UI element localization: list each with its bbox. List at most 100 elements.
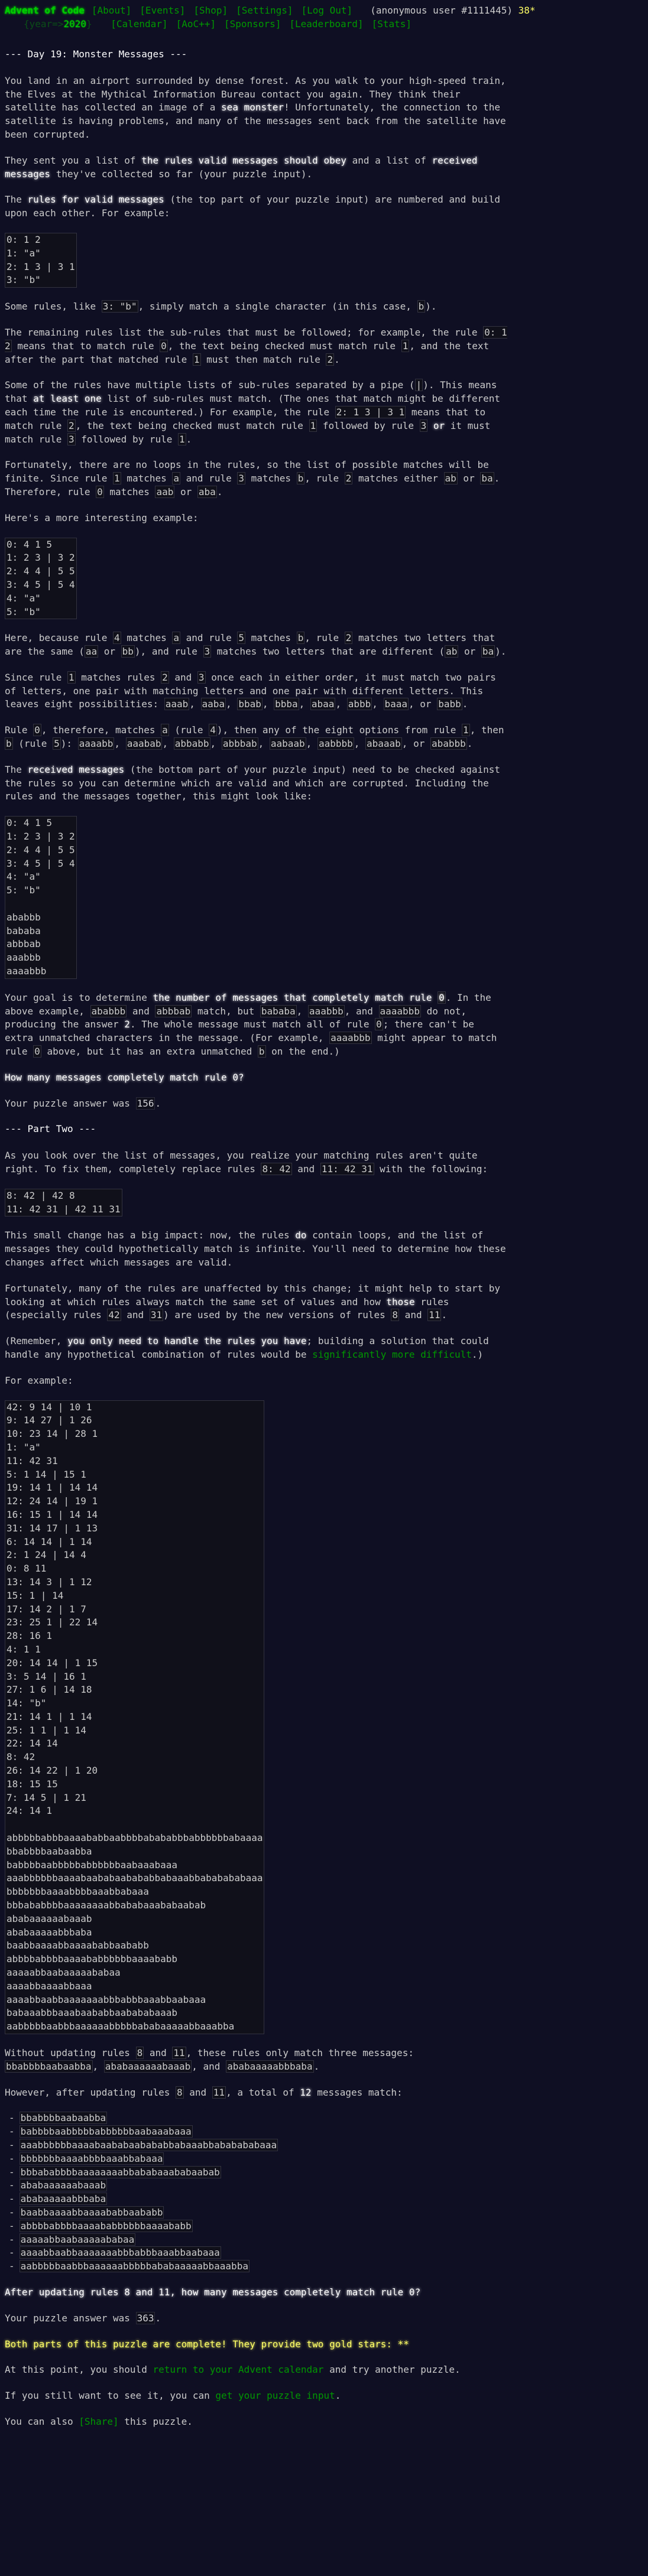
- nav-aocplusplus-link[interactable]: [AoC++]: [176, 18, 216, 30]
- part-two-answer: Your puzzle answer was 363.: [5, 2311, 161, 2324]
- nav-about-link[interactable]: [About]: [92, 5, 131, 16]
- code-line: 42: 9 14 | 10 1: [7, 1401, 92, 1413]
- code-line: 2: 4 4 | 5 5: [7, 565, 75, 577]
- paragraph: You land in an airport surrounded by den…: [5, 74, 506, 140]
- code-line: 3: 4 5 | 5 4: [7, 857, 75, 869]
- paragraph: The received messages (the bottom part o…: [5, 763, 501, 802]
- paragraph: The rules for valid messages (the top pa…: [5, 194, 501, 219]
- code-line: 10: 23 14 | 28 1: [7, 1428, 98, 1440]
- paragraph: Some of the rules have multiple lists of…: [5, 379, 501, 445]
- paragraph: Fortunately, there are no loops in the r…: [5, 459, 500, 498]
- code-line: 1: "a": [7, 247, 41, 259]
- list-item: - babbbbaabbbbbabbbbbbaabaaabaaa: [9, 2125, 193, 2138]
- paragraph: Rule 0, therefore, matches a (rule 4), t…: [5, 724, 504, 750]
- year-link[interactable]: 2020: [63, 18, 86, 30]
- nav-sponsors-link[interactable]: [Sponsors]: [224, 18, 281, 30]
- code-line: aaaabbaaaabbaaa: [7, 1980, 92, 1992]
- paragraph: You can also [Share] this puzzle.: [5, 2415, 193, 2427]
- part-one-answer: Your puzzle answer was 156.: [5, 1097, 161, 1110]
- significantly-more-difficult-link[interactable]: significantly more difficult: [312, 1349, 472, 1360]
- code-line: abbbbabbbbaaaababbbbbbaaaababb: [7, 1953, 177, 1965]
- list-item: - aaabbbbbbaaaabaababaabababbabaaabbababa…: [9, 2139, 278, 2151]
- nav-shop-link[interactable]: [Shop]: [193, 5, 228, 16]
- return-to-calendar-link[interactable]: return to your Advent calendar: [153, 2364, 323, 2375]
- part-one-question: How many messages completely match rule …: [5, 1071, 244, 1083]
- code-line: 27: 1 6 | 14 18: [7, 1684, 92, 1696]
- site-logo-link[interactable]: Advent of Code: [5, 5, 85, 16]
- code-line: 4: "a": [7, 871, 41, 883]
- code-line: bbbababbbbaaaaaaaabbababaaababaabab: [7, 1900, 206, 1911]
- paragraph: If you still want to see it, you can get…: [5, 2390, 341, 2402]
- code-line: 1: 2 3 | 3 2: [7, 831, 75, 843]
- code-line: 6: 14 14 | 1 14: [7, 1536, 92, 1547]
- code-line: 23: 25 1 | 22 14: [7, 1616, 98, 1628]
- code-line: 0: 1 2: [7, 233, 41, 245]
- code-line: 15: 1 | 14: [7, 1589, 64, 1601]
- nav-logout-link[interactable]: [Log Out]: [301, 5, 352, 16]
- code-line: bbbbbbbaaaabbbbaaabbabaaa: [7, 1886, 149, 1898]
- list-item: - bbabbbbaabaabba: [9, 2112, 108, 2125]
- paragraph: The remaining rules list the sub-rules t…: [5, 326, 507, 366]
- list-item: - aaaaabbaabaaaaababaa: [9, 2233, 136, 2246]
- puzzle-input-link[interactable]: get your puzzle input: [215, 2390, 335, 2401]
- code-line: 0: 8 11: [7, 1563, 47, 1575]
- code-line: 20: 14 14 | 1 15: [7, 1657, 98, 1668]
- code-line: 5: 1 14 | 15 1: [7, 1468, 86, 1480]
- star-count: 38*: [518, 5, 536, 16]
- code-line: 25: 1 1 | 1 14: [7, 1724, 86, 1736]
- event-nav: [Calendar] [AoC++] [Sponsors] [Leaderboard]…: [98, 18, 420, 30]
- part-two-question: After updating rules 8 and 11, how many …: [5, 2286, 421, 2298]
- code-line: 3: 4 5 | 5 4: [7, 578, 75, 590]
- code-line: aaabbbbbbaaaabaababaabababbabaaabbababab…: [7, 1872, 263, 1884]
- nav-stats-link[interactable]: [Stats]: [372, 18, 412, 30]
- part-one-title: --- Day 19: Monster Messages ---: [5, 48, 187, 60]
- code-line: 0: 4 1 5: [7, 538, 53, 550]
- nav-leaderboard-link[interactable]: [Leaderboard]: [289, 18, 363, 30]
- code-line: 4: "a": [7, 592, 41, 604]
- nav-settings-link[interactable]: [Settings]: [236, 5, 293, 16]
- completion-message: Both parts of this puzzle are complete! …: [5, 2338, 409, 2350]
- paragraph: Since rule 1 matches rules 2 and 3 once …: [5, 671, 496, 711]
- code-line: 0: 4 1 5: [7, 817, 53, 829]
- nav-calendar-link[interactable]: [Calendar]: [111, 18, 167, 30]
- code-line: 3: "b": [7, 274, 41, 286]
- code-line: 18: 15 15: [7, 1778, 58, 1790]
- paragraph: Here, because rule 4 matches a and rule …: [5, 632, 507, 658]
- code-line: 24: 14 1: [7, 1805, 53, 1817]
- paragraph: Fortunately, many of the rules are unaff…: [5, 1282, 501, 1322]
- paragraph: Some rules, like 3: "b", simply match a …: [5, 300, 437, 313]
- code-line: 16: 15 1 | 14 14: [7, 1508, 98, 1520]
- list-item: - aaaabbaabbaaaaaaabbbabbbaaabbaabaaa: [9, 2246, 221, 2259]
- header-row-2: {year=>2020} [Calendar] [AoC++] [Sponsors]…: [5, 18, 642, 31]
- year-label: {year=>2020}: [24, 18, 92, 30]
- code-line: aaaaabbaabaaaaababaa: [7, 1967, 121, 1979]
- code-line: 14: "b": [7, 1697, 47, 1709]
- code-line: 9: 14 27 | 1 26: [7, 1414, 92, 1426]
- main-nav: [About] [Events] [Shop] [Settings] [Log Out]: [92, 5, 361, 16]
- code-line: ababaaaaaabaaab: [7, 1913, 92, 1924]
- code-line: 8: 42: [7, 1751, 35, 1763]
- code-line: 5: "b": [7, 884, 41, 896]
- code-line: 8: 42 | 42 8: [7, 1189, 75, 1201]
- share-link[interactable]: [Share]: [79, 2416, 118, 2427]
- code-line: aaaabbaabbaaaaaaabbbabbbaaabbaabaaa: [7, 1993, 206, 2005]
- example-rules-and-messages-2: 42: 9 14 | 10 1 9: 14 27 | 1 26 10: 23 14 …: [5, 1400, 507, 2035]
- code-line: 21: 14 1 | 1 14: [7, 1710, 92, 1722]
- site-header: Advent of Code [About] [Events] [Shop] [Sett…: [5, 4, 642, 31]
- part-two-title: --- Part Two ---: [5, 1123, 96, 1135]
- list-item: - abbbbabbbbaaaababbbbbbaaaababb: [9, 2219, 193, 2232]
- code-line: bbabbbbaabaabba: [7, 1845, 92, 1857]
- puzzle-main: --- Day 19: Monster Messages --- You lan…: [5, 48, 507, 2429]
- nav-events-link[interactable]: [Events]: [140, 5, 185, 16]
- example-rules-2: 0: 4 1 5 1: 2 3 | 3 2 2: 4 4 | 5 5 3: 4 5 |…: [5, 537, 507, 620]
- list-item: - bbbbbbbaaaabbbbaaabbabaaa: [9, 2152, 164, 2165]
- paragraph: For example:: [5, 1374, 73, 1386]
- list-item: - baabbaaaabbaaaababbaababb: [9, 2206, 164, 2219]
- code-line: 11: 42 31: [7, 1455, 58, 1466]
- code-line: bababa: [7, 925, 41, 936]
- code-line: 26: 14 22 | 1 20: [7, 1765, 98, 1777]
- list-item: - bbbababbbbaaaaaaaabbababaaababaabab: [9, 2165, 221, 2178]
- answer-value: 363: [135, 2311, 155, 2324]
- code-line: 28: 16 1: [7, 1630, 53, 1642]
